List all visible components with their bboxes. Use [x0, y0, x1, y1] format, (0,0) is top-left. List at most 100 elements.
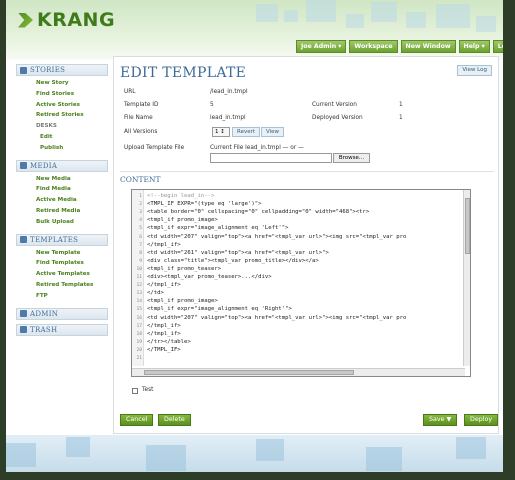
page-title: EDIT TEMPLATE	[120, 65, 247, 81]
code-line: <!--begin lead_in-->	[147, 193, 215, 199]
banner-tile	[406, 12, 426, 28]
cancel-button[interactable]: Cancel	[120, 414, 154, 426]
test-checkbox[interactable]	[132, 388, 138, 394]
header-banner: KRANG Joe Admin ▾ Workspace New Window H…	[6, 0, 503, 60]
template-id-value: 5	[210, 102, 214, 108]
line-number: 7	[139, 242, 142, 248]
sidebar-item-desk-edit[interactable]: Edit	[16, 132, 108, 143]
code-line: <td width="207" valign="top"><a href="<t…	[147, 233, 407, 240]
revert-button[interactable]: Revert	[232, 127, 261, 137]
sidebar-section-templates: TEMPLATES New Template Find Templates Ac…	[16, 233, 108, 304]
logout-button[interactable]: Log Out	[492, 40, 503, 53]
code-line: </tmpl_if>	[147, 241, 181, 248]
banner-tile	[436, 4, 470, 28]
banner-tile	[306, 0, 336, 22]
code-line: <div class="title"><tmpl_var promo_title…	[147, 257, 319, 264]
upload-template-label: Upload Template File	[124, 145, 185, 151]
sidebar-header-label: TRASH	[30, 325, 58, 334]
code-line: <tmpl_if promo_image>	[147, 298, 218, 305]
line-number: 10	[136, 266, 142, 272]
code-line: <tmpl_if promo_image>	[147, 217, 218, 224]
code-line: </tr></table>	[147, 338, 191, 345]
media-icon	[20, 162, 27, 170]
sidebar-item-retired-templates[interactable]: Retired Templates	[16, 280, 108, 291]
view-version-button[interactable]: View	[261, 127, 285, 137]
deploy-button[interactable]: Deploy	[464, 414, 499, 426]
code-line: </tmpl_if>	[147, 282, 181, 289]
sidebar-header-trash[interactable]: TRASH	[16, 323, 108, 336]
sidebar-header-templates[interactable]: TEMPLATES	[16, 233, 108, 246]
current-version-label: Current Version	[312, 102, 357, 108]
content-label: CONTENT	[120, 175, 161, 184]
sidebar-item-bulk-upload[interactable]: Bulk Upload	[16, 217, 108, 228]
file-name-label: File Name	[124, 115, 153, 121]
sidebar-header-media[interactable]: MEDIA	[16, 159, 108, 172]
url-label: URL	[124, 89, 136, 95]
banner-tile	[476, 16, 496, 32]
line-number: 9	[139, 258, 142, 264]
file-upload-input[interactable]	[210, 153, 332, 163]
sidebar-item-find-media[interactable]: Find Media	[16, 184, 108, 195]
line-number: 1	[139, 194, 142, 199]
line-number: 15	[136, 307, 142, 313]
sidebar-header-label: MEDIA	[30, 161, 58, 170]
footer-tile	[66, 437, 90, 457]
app-window: KRANG Joe Admin ▾ Workspace New Window H…	[6, 0, 503, 472]
line-number: 20	[136, 347, 142, 353]
delete-button[interactable]: Delete	[158, 414, 191, 426]
vertical-scroll-thumb[interactable]	[465, 198, 470, 254]
help-menu-button[interactable]: Help ▾	[458, 40, 490, 53]
footer-tile	[146, 445, 186, 471]
sidebar-item-desk-publish[interactable]: Publish	[16, 143, 108, 154]
sidebar-item-find-stories[interactable]: Find Stories	[16, 89, 108, 100]
sidebar-item-new-template[interactable]: New Template	[16, 248, 108, 259]
user-menu-button[interactable]: Joe Admin ▾	[296, 40, 347, 53]
code-line: <div><tmpl_var promo_teaser>...</div>	[147, 274, 272, 280]
sidebar-section-admin: ADMIN	[16, 307, 108, 320]
sidebar-item-find-templates[interactable]: Find Templates	[16, 258, 108, 269]
krang-logo[interactable]: KRANG	[18, 9, 115, 31]
sidebar-item-retired-stories[interactable]: Retired Stories	[16, 110, 108, 121]
sidebar-item-new-media[interactable]: New Media	[16, 174, 108, 185]
code-line: <td width="261" valign="top"><a href="<t…	[147, 249, 329, 256]
sidebar-item-active-media[interactable]: Active Media	[16, 195, 108, 206]
version-select[interactable]: 1 ↕	[212, 127, 230, 137]
sidebar-item-new-story[interactable]: New Story	[16, 78, 108, 89]
banner-tile	[346, 14, 364, 28]
new-window-button[interactable]: New Window	[400, 40, 456, 53]
workspace-button[interactable]: Workspace	[349, 40, 398, 53]
horizontal-scroll-thumb[interactable]	[144, 370, 354, 375]
deployed-version-value: 1	[399, 115, 403, 121]
sidebar-header-admin[interactable]: ADMIN	[16, 307, 108, 320]
top-nav: Joe Admin ▾ Workspace New Window Help ▾ …	[296, 40, 503, 53]
sidebar-item-retired-media[interactable]: Retired Media	[16, 206, 108, 217]
line-number: 6	[139, 234, 142, 240]
sidebar-header-label: TEMPLATES	[30, 235, 79, 244]
view-log-button[interactable]: View Log	[457, 65, 492, 76]
vertical-scrollbar[interactable]	[463, 190, 470, 366]
code-line: </TMPL_IF>	[147, 346, 181, 353]
code-editor[interactable]: 1 2 3 4 5 6 7 8 9 10 11 12 13 14 15 16 17 18 19 20 21 <!--be…	[131, 189, 471, 377]
current-version-value: 1	[399, 102, 403, 108]
line-number: 11	[136, 275, 142, 280]
line-number: 16	[136, 315, 142, 321]
browse-button[interactable]: Browse...	[333, 153, 370, 163]
sidebar-item-ftp[interactable]: FTP	[16, 291, 108, 302]
section-divider	[120, 171, 494, 172]
code-line: </tmpl_if>	[147, 330, 181, 337]
banner-tile	[284, 10, 298, 22]
line-number: 19	[136, 339, 142, 345]
sidebar: STORIES New Story Find Stories Active St…	[16, 64, 108, 340]
line-number: 21	[136, 356, 142, 361]
sidebar-section-media: MEDIA New Media Find Media Active Media …	[16, 159, 108, 230]
save-button[interactable]: Save ▼	[423, 414, 458, 426]
current-file-text: Current File lead_in.tmpl — or —	[210, 145, 304, 151]
line-number: 3	[139, 210, 142, 216]
horizontal-scrollbar[interactable]	[132, 368, 465, 376]
file-name-value: lead_in.tmpl	[210, 115, 246, 121]
krang-logo-icon	[18, 12, 33, 28]
sidebar-item-active-templates[interactable]: Active Templates	[16, 269, 108, 280]
line-number: 12	[136, 283, 142, 289]
sidebar-header-stories[interactable]: STORIES	[16, 64, 108, 76]
sidebar-item-active-stories[interactable]: Active Stories	[16, 100, 108, 111]
